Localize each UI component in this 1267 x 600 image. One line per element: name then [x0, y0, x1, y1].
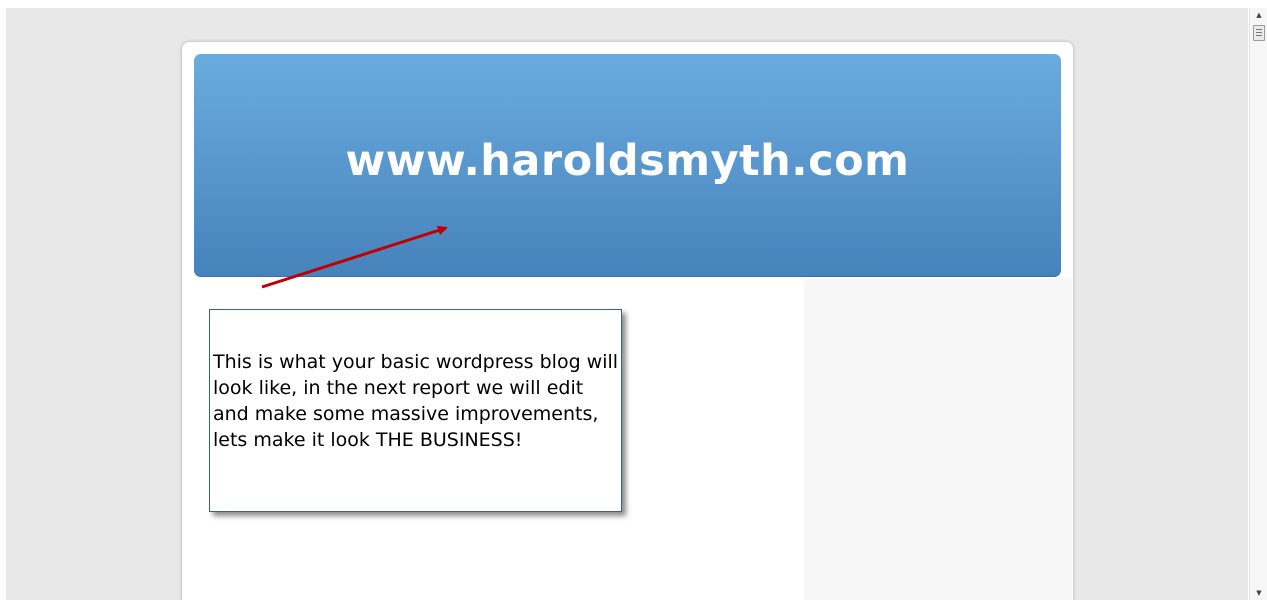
sidebar-area: [804, 279, 1072, 600]
grip-icon: [1256, 29, 1262, 30]
browser-viewport: www.haroldsmyth.com This is what your ba…: [6, 8, 1248, 600]
site-header-banner: www.haroldsmyth.com: [194, 54, 1061, 277]
annotation-callout-box: This is what your basic wordpress blog w…: [209, 309, 622, 512]
site-title[interactable]: www.haroldsmyth.com: [194, 136, 1061, 186]
vertical-scrollbar[interactable]: ▲ ▼: [1249, 8, 1267, 600]
scroll-down-icon[interactable]: ▼: [1250, 586, 1267, 600]
scroll-up-icon[interactable]: ▲: [1250, 8, 1267, 22]
scrollbar-thumb[interactable]: [1253, 25, 1265, 41]
annotation-callout-text: This is what your basic wordpress blog w…: [213, 351, 619, 451]
